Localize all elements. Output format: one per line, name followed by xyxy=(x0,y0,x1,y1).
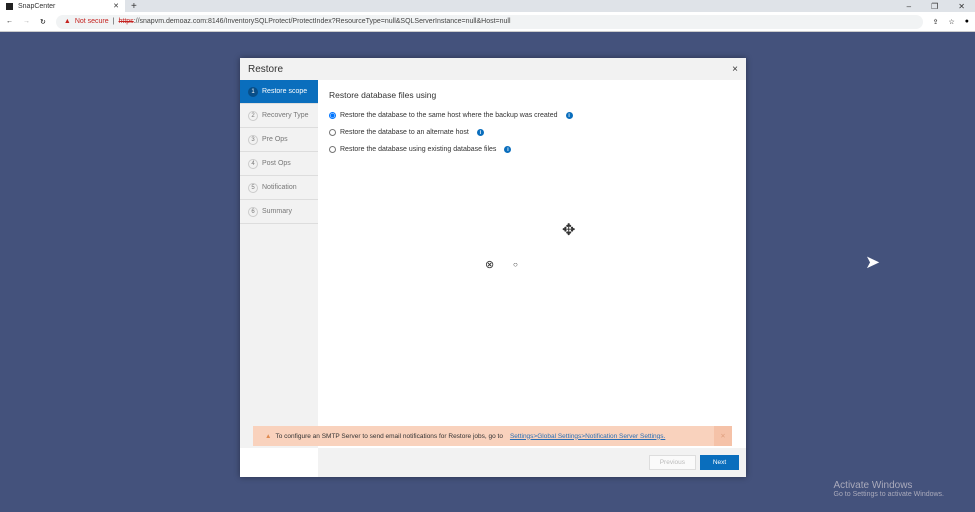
address-bar-row: ← → ↻ ▲ Not secure | https://snapvm.demoaz.co… xyxy=(0,12,975,32)
browser-tab[interactable]: SnapCenter ✕ xyxy=(0,0,125,12)
warning-text: To configure an SMTP Server to send emai… xyxy=(275,432,503,440)
step-number: 3 xyxy=(248,134,258,145)
radio-alternate-host[interactable] xyxy=(329,129,336,136)
step-label: Notification xyxy=(262,184,297,191)
step-post-ops[interactable]: 4 Post Ops xyxy=(240,152,318,176)
warning-icon: ▲ xyxy=(265,432,272,440)
step-label: Pre Ops xyxy=(262,136,288,143)
step-pre-ops[interactable]: 3 Pre Ops xyxy=(240,128,318,152)
tab-title: SnapCenter xyxy=(18,2,56,10)
step-number: 6 xyxy=(248,206,258,217)
step-notification[interactable]: 5 Notification xyxy=(240,176,318,200)
option-existing-files[interactable]: Restore the database using existing data… xyxy=(329,146,573,153)
tab-bar: SnapCenter ✕ + – ❐ ✕ xyxy=(0,0,975,12)
previous-button[interactable]: Previous xyxy=(648,455,696,470)
step-number: 2 xyxy=(248,110,258,121)
section-heading: Restore database files using xyxy=(329,90,437,100)
option-alternate-host[interactable]: Restore the database to an alternate hos… xyxy=(329,129,573,136)
step-label: Summary xyxy=(262,208,292,215)
new-tab-icon[interactable]: + xyxy=(131,1,137,12)
dialog-title: Restore xyxy=(248,63,284,75)
loading-dot-icon: ○ xyxy=(513,260,518,269)
bookmark-star-icon[interactable]: ☆ xyxy=(948,18,954,26)
step-number: 1 xyxy=(248,86,258,97)
step-summary[interactable]: 6 Summary xyxy=(240,200,318,224)
url-text: ://snapvm.demoaz.com:8146/InventorySQLPr… xyxy=(133,18,511,25)
loading-indicator-icon: ⊗ xyxy=(485,259,495,271)
step-label: Restore scope xyxy=(262,88,308,95)
step-recovery-type[interactable]: 2 Recovery Type xyxy=(240,104,318,128)
info-icon[interactable]: i xyxy=(476,129,484,136)
dismiss-warning-icon[interactable]: ✕ xyxy=(714,426,732,446)
info-icon[interactable]: i xyxy=(565,112,573,119)
option-label: Restore the database to the same host wh… xyxy=(340,112,558,119)
snapcenter-favicon-icon xyxy=(6,2,13,10)
radio-existing-files[interactable] xyxy=(329,146,336,153)
step-number: 5 xyxy=(248,182,258,193)
warning-icon: ▲ xyxy=(63,18,71,25)
radio-same-host[interactable] xyxy=(329,112,336,119)
close-window-icon[interactable]: ✕ xyxy=(958,2,965,11)
option-same-host[interactable]: Restore the database to the same host wh… xyxy=(329,112,573,119)
share-icon[interactable]: ⇪ xyxy=(933,18,939,26)
url-scheme: https xyxy=(118,18,134,25)
url-input[interactable]: ▲ Not secure | https://snapvm.demoaz.com:81… xyxy=(55,14,923,29)
not-secure-label: Not secure xyxy=(74,18,109,25)
option-label: Restore the database using existing data… xyxy=(340,146,497,153)
restore-dialog: Restore × 1 Restore scope 2 Recovery Type 3 Pr… xyxy=(240,58,746,477)
next-button[interactable]: Next xyxy=(700,455,739,470)
profile-icon[interactable]: ● xyxy=(965,18,969,25)
notification-settings-link[interactable]: Settings>Global Settings>Notification Se… xyxy=(510,433,665,440)
close-tab-icon[interactable]: ✕ xyxy=(113,2,119,10)
watermark-sub: Go to Settings to activate Windows. xyxy=(833,491,945,498)
forward-icon[interactable]: → xyxy=(23,18,30,25)
reload-icon[interactable]: ↻ xyxy=(40,18,46,26)
minimize-icon[interactable]: – xyxy=(907,2,911,11)
info-icon[interactable]: i xyxy=(504,146,512,153)
step-label: Post Ops xyxy=(262,160,291,167)
activate-windows-watermark: Activate Windows Go to Settings to activa… xyxy=(834,480,945,498)
mouse-pointer-icon: ➤ xyxy=(865,252,881,272)
step-label: Recovery Type xyxy=(262,112,309,119)
option-label: Restore the database to an alternate hos… xyxy=(340,129,469,136)
watermark-title: Activate Windows xyxy=(833,480,913,491)
smtp-warning-banner: ▲ To configure an SMTP Server to send ema… xyxy=(253,426,732,446)
step-restore-scope[interactable]: 1 Restore scope xyxy=(240,80,318,104)
restore-icon[interactable]: ❐ xyxy=(931,2,938,11)
move-cursor-icon: ✥ xyxy=(562,222,576,239)
wizard-steps: 1 Restore scope 2 Recovery Type 3 Pre Ops 4 Pos… xyxy=(240,80,318,448)
close-icon[interactable]: × xyxy=(732,64,738,75)
back-icon[interactable]: ← xyxy=(6,18,13,25)
step-number: 4 xyxy=(248,158,258,169)
